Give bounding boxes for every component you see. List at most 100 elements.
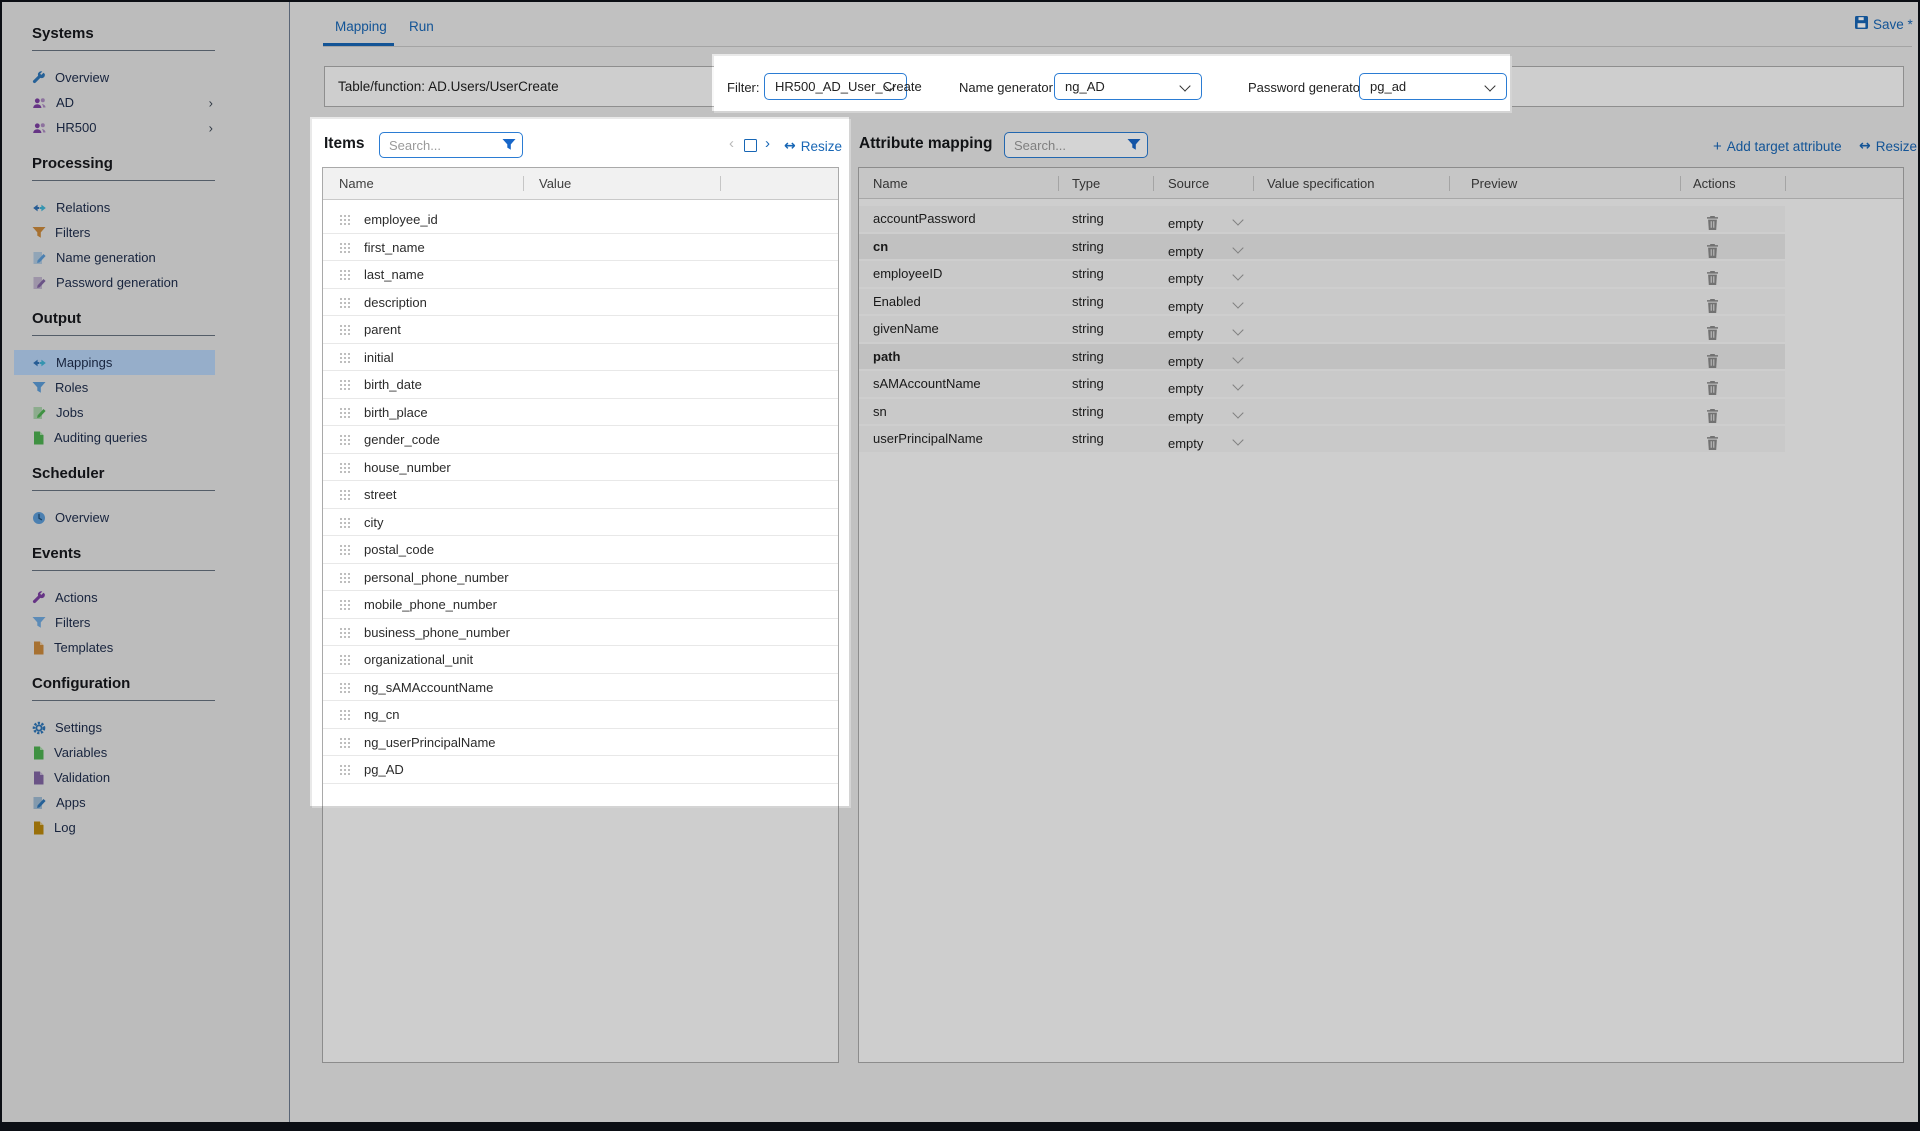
sidebar-item-mappings[interactable]: Mappings — [14, 350, 215, 375]
drag-handle-icon[interactable] — [339, 764, 351, 775]
sidebar-item-ad[interactable]: AD› — [14, 90, 215, 115]
drag-handle-icon[interactable] — [339, 379, 351, 390]
sidebar-item-filters[interactable]: Filters — [14, 220, 215, 245]
items-stop-button[interactable] — [744, 139, 757, 152]
items-row-first-name[interactable]: first_name — [323, 234, 838, 262]
drag-handle-icon[interactable] — [339, 324, 351, 335]
items-row-initial[interactable]: initial — [323, 344, 838, 372]
delete-attribute-button[interactable] — [1699, 349, 1713, 364]
items-row-birth-place[interactable]: birth_place — [323, 399, 838, 427]
delete-attribute-button[interactable] — [1699, 211, 1713, 226]
items-row-last-name[interactable]: last_name — [323, 261, 838, 289]
sidebar-section-processing: ProcessingRelationsFiltersName generatio… — [32, 154, 289, 295]
items-search-input[interactable] — [379, 132, 523, 158]
sidebar-item-relations[interactable]: Relations — [14, 195, 215, 220]
name-generator-select[interactable]: ng_AD — [1054, 73, 1202, 100]
sidebar-item-password-generation[interactable]: Password generation — [14, 270, 215, 295]
sidebar-item-auditing-queries[interactable]: Auditing queries — [14, 425, 215, 450]
sidebar: SystemsOverviewAD›HR500›ProcessingRelati… — [2, 2, 290, 1122]
items-row-postal-code[interactable]: postal_code — [323, 536, 838, 564]
items-row-ng-samaccountname[interactable]: ng_sAMAccountName — [323, 674, 838, 702]
tab-run[interactable]: Run — [409, 19, 434, 34]
sidebar-item-filters[interactable]: Filters — [14, 610, 215, 635]
section-divider — [32, 180, 215, 181]
sidebar-item-overview[interactable]: Overview — [14, 505, 215, 530]
items-row-business-phone-number[interactable]: business_phone_number — [323, 619, 838, 647]
drag-handle-icon[interactable] — [339, 242, 351, 253]
drag-handle-icon[interactable] — [339, 709, 351, 720]
sidebar-item-variables[interactable]: Variables — [14, 740, 215, 765]
sidebar-item-templates[interactable]: Templates — [14, 635, 215, 660]
password-generator-select[interactable]: pg_ad — [1359, 73, 1507, 100]
sidebar-item-name-generation[interactable]: Name generation — [14, 245, 215, 270]
sidebar-item-validation[interactable]: Validation — [14, 765, 215, 790]
item-name: last_name — [364, 267, 424, 282]
delete-attribute-button[interactable] — [1699, 266, 1713, 281]
delete-attribute-button[interactable] — [1699, 431, 1713, 446]
gear-icon — [32, 721, 46, 735]
sidebar-section-title: Configuration — [32, 674, 289, 694]
filter-select[interactable]: HR500_AD_User_Create — [764, 73, 907, 100]
save-button[interactable]: Save * — [1855, 16, 1913, 32]
sidebar-item-apps[interactable]: Apps — [14, 790, 215, 815]
items-row-gender-code[interactable]: gender_code — [323, 426, 838, 454]
items-row-birth-date[interactable]: birth_date — [323, 371, 838, 399]
chevron-down-icon — [1179, 80, 1190, 91]
items-row-organizational-unit[interactable]: organizational_unit — [323, 646, 838, 674]
drag-handle-icon[interactable] — [339, 572, 351, 583]
items-next-button[interactable]: › — [765, 135, 770, 153]
item-name: mobile_phone_number — [364, 597, 497, 612]
add-target-attribute-button[interactable]: + Add target attribute — [1713, 138, 1842, 155]
sidebar-item-roles[interactable]: Roles — [14, 375, 215, 400]
delete-attribute-button[interactable] — [1699, 376, 1713, 391]
delete-attribute-button[interactable] — [1699, 404, 1713, 419]
wrench-icon — [32, 71, 46, 85]
tab-mapping[interactable]: Mapping — [335, 19, 387, 34]
items-row-city[interactable]: city — [323, 509, 838, 537]
sidebar-item-label: Log — [54, 820, 76, 835]
drag-handle-icon[interactable] — [339, 407, 351, 418]
items-row-mobile-phone-number[interactable]: mobile_phone_number — [323, 591, 838, 619]
sidebar-item-jobs[interactable]: Jobs — [14, 400, 215, 425]
items-row-personal-phone-number[interactable]: personal_phone_number — [323, 564, 838, 592]
items-resize-button[interactable]: ↔ Resize — [784, 138, 842, 154]
drag-handle-icon[interactable] — [339, 737, 351, 748]
items-row-house-number[interactable]: house_number — [323, 454, 838, 482]
delete-attribute-button[interactable] — [1699, 294, 1713, 309]
drag-handle-icon[interactable] — [339, 489, 351, 500]
funnel-icon — [32, 381, 46, 394]
delete-attribute-button[interactable] — [1699, 321, 1713, 336]
sidebar-item-settings[interactable]: Settings — [14, 715, 215, 740]
items-row-ng-userprincipalname[interactable]: ng_userPrincipalName — [323, 729, 838, 757]
items-row-ng-cn[interactable]: ng_cn — [323, 701, 838, 729]
items-row-street[interactable]: street — [323, 481, 838, 509]
sidebar-item-log[interactable]: Log — [14, 815, 215, 840]
drag-handle-icon[interactable] — [339, 682, 351, 693]
items-row-pg-ad[interactable]: pg_AD — [323, 756, 838, 784]
items-prev-button[interactable]: ‹ — [729, 135, 734, 153]
sidebar-item-overview[interactable]: Overview — [14, 65, 215, 90]
delete-attribute-button[interactable] — [1699, 239, 1713, 254]
drag-handle-icon[interactable] — [339, 544, 351, 555]
items-row-employee-id[interactable]: employee_id — [323, 206, 838, 234]
drag-handle-icon[interactable] — [339, 352, 351, 363]
drag-handle-icon[interactable] — [339, 517, 351, 528]
drag-handle-icon[interactable] — [339, 462, 351, 473]
attribute-search-input[interactable] — [1004, 132, 1148, 158]
attribute-resize-button[interactable]: ↔ Resize — [1859, 138, 1917, 154]
items-row-description[interactable]: description — [323, 289, 838, 317]
drag-handle-icon[interactable] — [339, 627, 351, 638]
drag-handle-icon[interactable] — [339, 214, 351, 225]
sidebar-item-hr500[interactable]: HR500› — [14, 115, 215, 140]
item-name: ng_cn — [364, 707, 399, 722]
attr-col-type: Type — [1072, 176, 1100, 191]
drag-handle-icon[interactable] — [339, 599, 351, 610]
source-value: empty — [1168, 436, 1203, 451]
drag-handle-icon[interactable] — [339, 297, 351, 308]
sidebar-item-actions[interactable]: Actions — [14, 585, 215, 610]
drag-handle-icon[interactable] — [339, 434, 351, 445]
drag-handle-icon[interactable] — [339, 269, 351, 280]
drag-handle-icon[interactable] — [339, 654, 351, 665]
items-row-parent[interactable]: parent — [323, 316, 838, 344]
source-dropdown[interactable]: empty — [1168, 431, 1253, 457]
